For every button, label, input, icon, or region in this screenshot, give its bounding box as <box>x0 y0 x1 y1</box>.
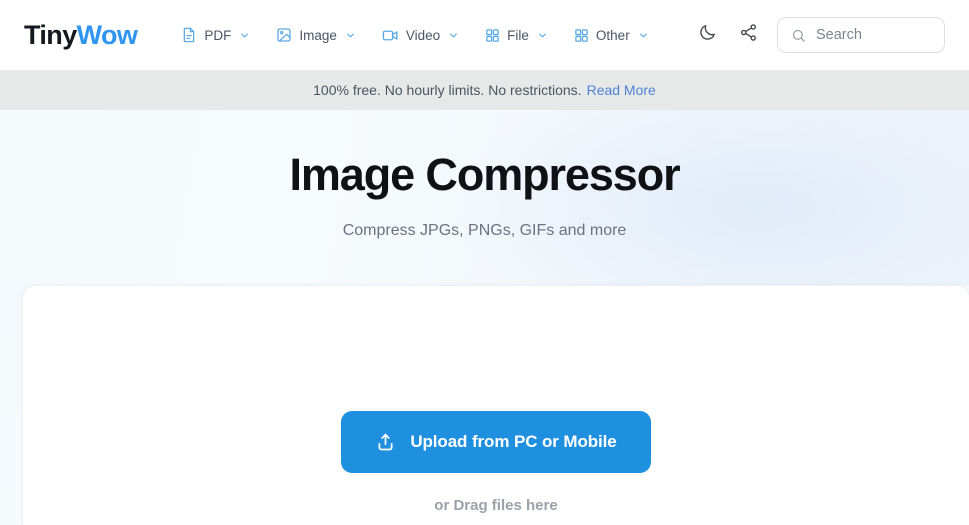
document-icon <box>181 27 197 43</box>
image-icon <box>276 27 292 43</box>
share-button[interactable] <box>736 23 760 47</box>
logo-text-primary: Tiny <box>24 19 77 50</box>
nav-item-file-label: File <box>507 27 529 43</box>
search-input[interactable] <box>816 27 931 43</box>
chevron-down-icon <box>239 30 250 41</box>
site-header: TinyWow PDF Image Video File Other Searc… <box>0 0 969 70</box>
upload-button-label: Upload from PC or Mobile <box>410 432 617 451</box>
chevron-down-icon <box>638 30 649 41</box>
logo-text-secondary: Wow <box>76 19 138 50</box>
logo[interactable]: TinyWow <box>24 19 138 51</box>
nav-item-video-label: Video <box>405 27 441 43</box>
grid-icon <box>485 28 500 43</box>
nav-item-image[interactable]: Image <box>276 27 356 43</box>
hero-section: Image Compressor Compress JPGs, PNGs, GI… <box>0 110 969 285</box>
nav-item-pdf[interactable]: PDF <box>181 27 250 43</box>
dark-mode-toggle[interactable] <box>695 23 719 47</box>
grid-icon <box>574 28 589 43</box>
nav-item-pdf-label: PDF <box>204 27 232 43</box>
video-camera-icon <box>382 27 399 44</box>
nav-item-other[interactable]: Other <box>574 28 649 43</box>
dropzone-wrapper: Upload from PC or Mobile or Drag files h… <box>0 285 969 525</box>
search-icon <box>791 28 806 43</box>
read-more-link[interactable]: Read More <box>587 82 656 98</box>
page-title: Image Compressor <box>289 149 680 200</box>
header-actions <box>695 17 945 53</box>
chevron-down-icon <box>448 30 459 41</box>
promo-banner-text: 100% free. No hourly limits. No restrict… <box>313 82 582 98</box>
main-nav: PDF Image Video File Other <box>181 27 648 44</box>
chevron-down-icon <box>345 30 356 41</box>
upload-button[interactable]: Upload from PC or Mobile <box>341 411 651 473</box>
chevron-down-icon <box>537 30 548 41</box>
file-dropzone[interactable]: Upload from PC or Mobile or Drag files h… <box>22 285 969 525</box>
drag-files-hint: or Drag files here <box>434 497 558 514</box>
promo-banner: 100% free. No hourly limits. No restrict… <box>0 70 969 110</box>
nav-item-other-label: Other <box>595 27 630 43</box>
search-box[interactable] <box>777 17 945 53</box>
page-subtitle: Compress JPGs, PNGs, GIFs and more <box>342 222 627 239</box>
share-icon <box>739 23 758 47</box>
nav-item-image-label: Image <box>299 27 337 43</box>
nav-item-video[interactable]: Video <box>382 27 459 44</box>
upload-icon <box>375 432 396 453</box>
moon-icon <box>698 23 717 47</box>
nav-item-file[interactable]: File <box>485 28 548 43</box>
